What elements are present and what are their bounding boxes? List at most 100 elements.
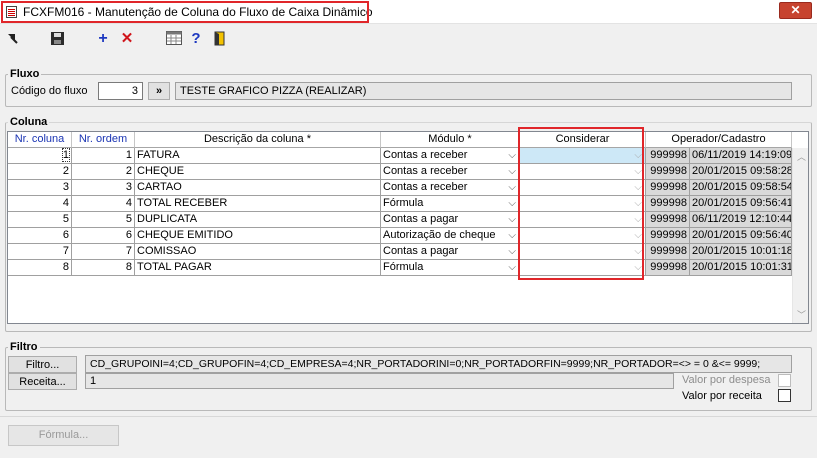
coluna-grid[interactable]: Nr. coluna Nr. ordem Descrição da coluna… (7, 131, 809, 324)
cell-modulo[interactable]: Fórmula ⌵ (381, 196, 520, 212)
chevron-down-icon[interactable]: ⌵ (508, 260, 516, 275)
cell-descricao[interactable]: FATURA (135, 148, 381, 164)
cell-cadastro: 20/01/2015 09:56:40 (690, 228, 792, 244)
scroll-up-icon[interactable]: ︿ (797, 150, 806, 163)
chevron-down-icon[interactable]: ⌵ (508, 148, 516, 163)
cell-nr-ordem-text: 2 (125, 165, 132, 177)
chevron-down-icon[interactable]: ⌵ (508, 164, 516, 179)
cell-cadastro: 20/01/2015 09:56:41 (690, 196, 792, 212)
cell-modulo[interactable]: Contas a receber ⌵ (381, 180, 520, 196)
toolbar: + ✕ ? (0, 28, 817, 50)
exit-icon[interactable] (211, 31, 227, 47)
codigo-fluxo-label: Código do fluxo (11, 85, 88, 97)
cell-nr-ordem-text: 5 (125, 213, 132, 225)
cell-modulo-text: Contas a receber (383, 165, 468, 177)
add-icon[interactable]: + (95, 31, 111, 47)
cell-nr-ordem-text: 3 (125, 181, 132, 193)
cell-modulo-text: Autorização de cheque (383, 229, 496, 241)
cell-nr-ordem-text: 4 (125, 197, 132, 209)
cell-nr-coluna[interactable]: 7 (8, 244, 72, 260)
cell-descricao[interactable]: CARTAO (135, 180, 381, 196)
cell-nr-ordem-text: 7 (125, 245, 132, 257)
cell-modulo[interactable]: Contas a pagar ⌵ (381, 244, 520, 260)
cell-nr-coluna[interactable]: 8 (8, 260, 72, 276)
cell-operador-text: 999998 (650, 149, 687, 161)
chevron-down-icon[interactable]: ⌵ (508, 212, 516, 227)
cell-operador: 999998 (646, 260, 690, 276)
cell-descricao-text: CARTAO (137, 181, 182, 193)
cell-cadastro-text: 20/01/2015 09:58:28 (692, 165, 792, 177)
cell-cadastro: 06/11/2019 14:19:09 (690, 148, 792, 164)
cell-modulo[interactable]: Contas a pagar ⌵ (381, 212, 520, 228)
header-nr-coluna[interactable]: Nr. coluna (8, 132, 72, 148)
close-button[interactable]: ✕ (779, 2, 812, 19)
cell-nr-coluna[interactable]: 6 (8, 228, 72, 244)
cell-nr-ordem-text: 8 (125, 261, 132, 273)
cell-descricao[interactable]: TOTAL PAGAR (135, 260, 381, 276)
cell-descricao-text: CHEQUE (137, 165, 185, 177)
fluxo-description-field: TESTE GRAFICO PIZZA (REALIZAR) (175, 82, 792, 100)
cell-operador-text: 999998 (650, 165, 687, 177)
cell-modulo[interactable]: Fórmula ⌵ (381, 260, 520, 276)
fluxo-lookup-button[interactable]: » (148, 82, 170, 100)
delete-icon[interactable]: ✕ (119, 31, 135, 47)
cell-nr-ordem[interactable]: 7 (72, 244, 135, 260)
cell-nr-coluna[interactable]: 1 (8, 148, 72, 164)
grid-vertical-scrollbar[interactable]: ︿ ﹀ (792, 148, 808, 323)
cell-descricao-text: CHEQUE EMITIDO (137, 229, 233, 241)
cell-nr-ordem[interactable]: 6 (72, 228, 135, 244)
cell-nr-coluna[interactable]: 2 (8, 164, 72, 180)
codigo-fluxo-input[interactable]: 3 (98, 82, 143, 100)
cell-nr-coluna[interactable]: 5 (8, 212, 72, 228)
filtro-button[interactable]: Filtro... (8, 356, 77, 373)
cell-cadastro: 06/11/2019 12:10:44 (690, 212, 792, 228)
save-icon[interactable] (50, 31, 66, 47)
cell-descricao[interactable]: DUPLICATA (135, 212, 381, 228)
cell-operador-text: 999998 (650, 213, 687, 225)
valor-despesa-checkbox[interactable] (778, 374, 791, 387)
bottom-separator (0, 416, 817, 417)
chevron-down-icon[interactable]: ⌵ (508, 180, 516, 195)
cell-nr-coluna-text: 6 (62, 229, 69, 241)
valor-receita-checkbox[interactable] (778, 389, 791, 402)
cell-modulo-text: Fórmula (383, 197, 424, 209)
cell-nr-coluna-text: 4 (62, 197, 69, 209)
cell-descricao[interactable]: CHEQUE (135, 164, 381, 180)
cell-descricao[interactable]: COMISSAO (135, 244, 381, 260)
cell-modulo[interactable]: Autorização de cheque ⌵ (381, 228, 520, 244)
cell-nr-coluna[interactable]: 4 (8, 196, 72, 212)
chevron-down-icon[interactable]: ⌵ (508, 244, 516, 259)
cell-cadastro-text: 20/01/2015 09:56:40 (692, 229, 792, 241)
cell-descricao[interactable]: CHEQUE EMITIDO (135, 228, 381, 244)
chevron-down-icon[interactable]: ⌵ (508, 196, 516, 211)
cell-nr-ordem[interactable]: 8 (72, 260, 135, 276)
cell-operador-text: 999998 (650, 197, 687, 209)
cell-nr-ordem[interactable]: 2 (72, 164, 135, 180)
cell-operador: 999998 (646, 244, 690, 260)
cell-nr-coluna-text: 5 (62, 213, 69, 225)
header-nr-ordem[interactable]: Nr. ordem (72, 132, 135, 148)
header-descricao[interactable]: Descrição da coluna * (135, 132, 381, 148)
cell-nr-coluna-text: 1 (61, 148, 71, 162)
cell-nr-ordem[interactable]: 4 (72, 196, 135, 212)
cell-modulo-text: Contas a pagar (383, 245, 459, 257)
header-modulo[interactable]: Módulo * (381, 132, 520, 148)
calculator-icon[interactable] (166, 31, 182, 47)
cell-operador: 999998 (646, 164, 690, 180)
receita-button[interactable]: Receita... (8, 373, 77, 390)
export-icon[interactable] (6, 31, 22, 47)
cell-modulo[interactable]: Contas a receber ⌵ (381, 148, 520, 164)
cell-modulo[interactable]: Contas a receber ⌵ (381, 164, 520, 180)
cell-nr-ordem[interactable]: 1 (72, 148, 135, 164)
help-icon[interactable]: ? (188, 31, 204, 47)
cell-descricao[interactable]: TOTAL RECEBER (135, 196, 381, 212)
cell-nr-ordem[interactable]: 5 (72, 212, 135, 228)
cell-operador: 999998 (646, 228, 690, 244)
scroll-down-icon[interactable]: ﹀ (797, 308, 806, 321)
header-operador-cadastro[interactable]: Operador/Cadastro (646, 132, 792, 148)
considerar-highlight-box (518, 127, 644, 280)
chevron-down-icon[interactable]: ⌵ (508, 228, 516, 243)
formula-button[interactable]: Fórmula... (8, 425, 119, 446)
cell-nr-ordem[interactable]: 3 (72, 180, 135, 196)
cell-nr-coluna[interactable]: 3 (8, 180, 72, 196)
